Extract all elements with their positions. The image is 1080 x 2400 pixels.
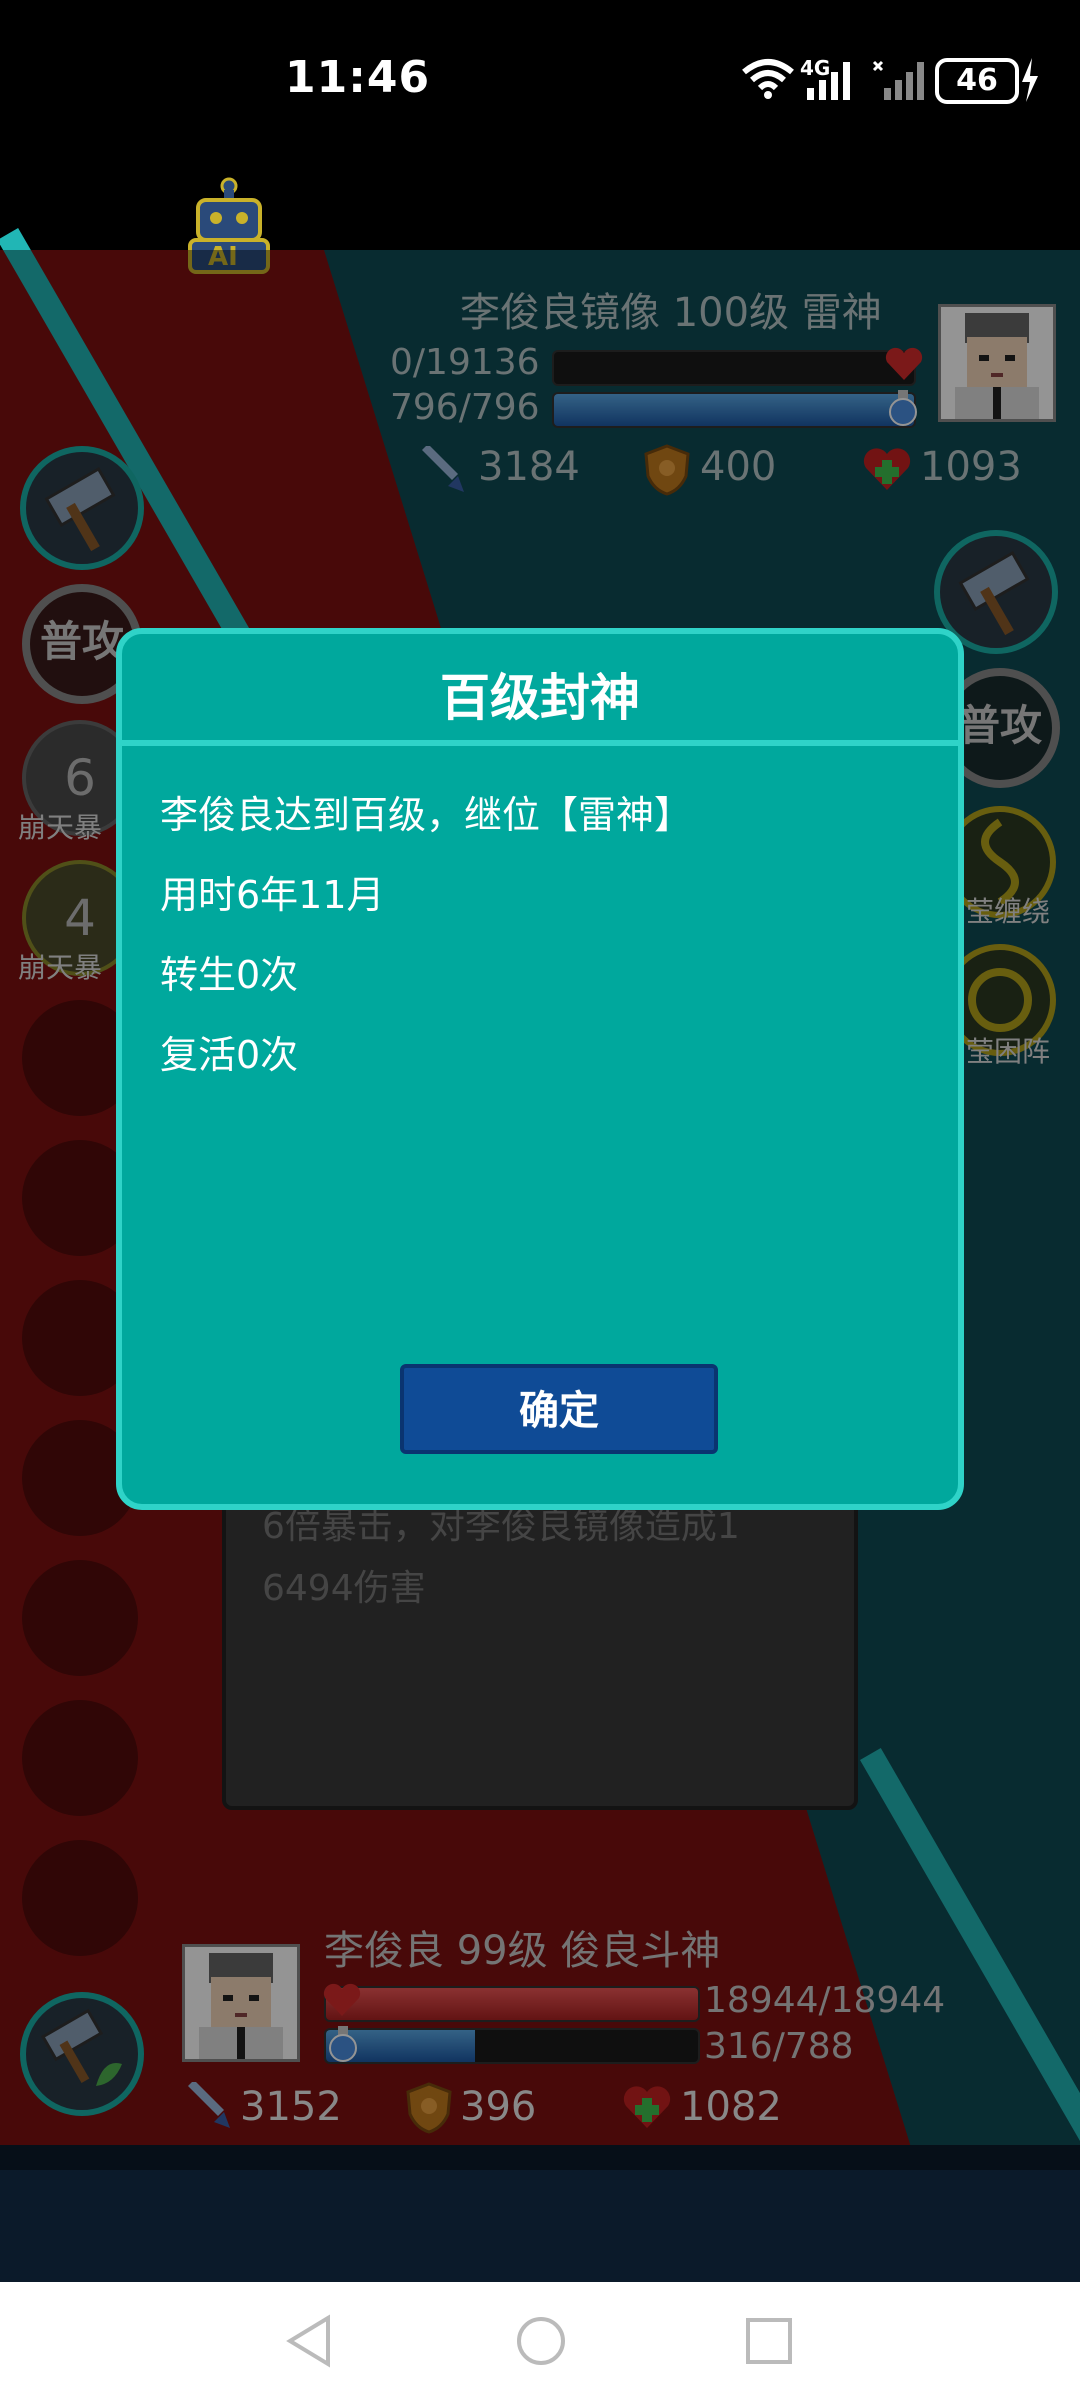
back-icon[interactable] xyxy=(284,2314,334,2368)
dialog-line-promotion: 李俊良达到百级，继位【雷神】 xyxy=(160,793,693,837)
dialog-divider xyxy=(122,740,958,746)
system-nav-bar xyxy=(0,2282,1080,2400)
charging-icon xyxy=(1022,58,1038,102)
dialog-line-time: 用时6年11月 xyxy=(160,873,385,917)
confirm-button[interactable]: 确定 xyxy=(400,1364,718,1454)
signal-no-service-icon xyxy=(872,60,924,100)
signal-icon xyxy=(807,62,850,100)
wifi-icon xyxy=(742,59,794,99)
dialog-line-rebirths: 转生0次 xyxy=(160,953,299,997)
dialog-line-revivals: 复活0次 xyxy=(160,1033,299,1077)
battery-indicator: 46 xyxy=(935,58,1019,104)
clock: 11:46 xyxy=(285,52,431,103)
status-bar: 11:46 4G 46 xyxy=(0,0,1080,160)
level-up-dialog: 百级封神 李俊良达到百级，继位【雷神】 用时6年11月 转生0次 复活0次 确定 xyxy=(116,628,964,1510)
home-icon[interactable] xyxy=(514,2314,568,2368)
dialog-title: 百级封神 xyxy=(440,669,640,727)
recents-icon[interactable] xyxy=(744,2316,794,2366)
